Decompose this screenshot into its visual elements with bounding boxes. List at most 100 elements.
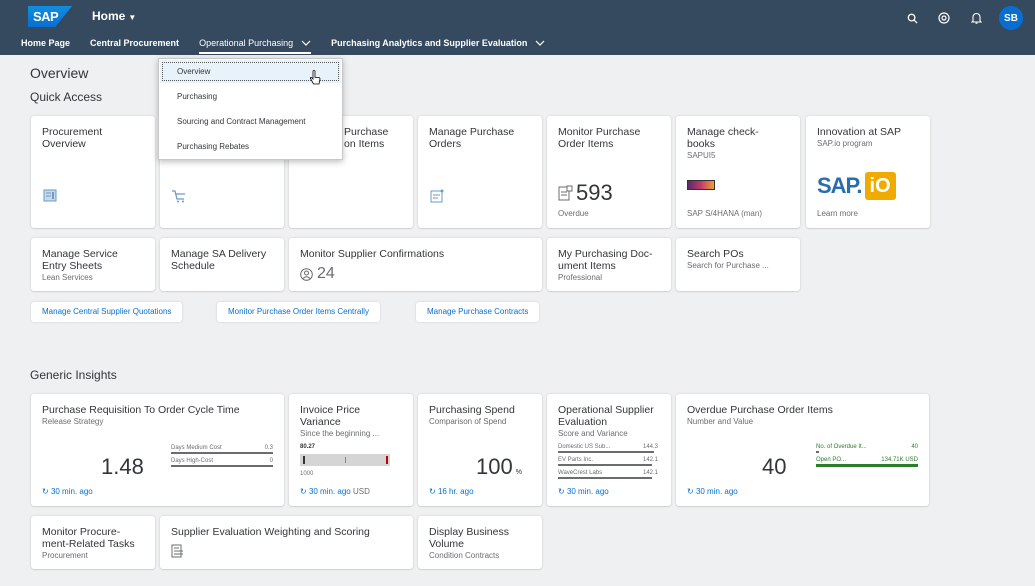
tile-title: Purchasing Spend (429, 404, 515, 416)
tile-title: Innovation at SAP (817, 126, 902, 138)
tile-subtitle: Procurement (42, 551, 88, 560)
refresh-time: 30 min. ago (566, 487, 609, 496)
tile-title: Purchase Requisition To Order Cycle Time (42, 404, 240, 416)
tile-title-line: Purchase (344, 126, 389, 138)
refresh-footer[interactable]: ↻ 30 min. ago (42, 487, 93, 496)
unit: USD (352, 487, 370, 496)
tile-subtitle: Number and Value (687, 417, 754, 426)
bell-icon[interactable] (967, 9, 985, 27)
tile-subtitle: Search for Purchase ... (687, 261, 769, 270)
tile-monitor-supplier-confirmations[interactable]: Monitor Supplier Confirmations 24 (289, 238, 542, 291)
chart-row: Domestic US Sub... 144.3 (558, 443, 658, 451)
chevron-down-icon (301, 40, 311, 46)
link-monitor-purchase-order-items-centrally[interactable]: Monitor Purchase Order Items Centrally (217, 302, 380, 322)
logo-text: SAP. (817, 173, 863, 198)
kpi-value: 24 (317, 265, 335, 282)
row-label: Days Medium Cost (171, 445, 222, 451)
tile-footer: Overdue (558, 209, 589, 218)
menu-item-purchasing-rebates[interactable]: Purchasing Rebates (159, 134, 342, 159)
tile-supplier-evaluation-weighting[interactable]: Supplier Evaluation Weighting and Scorin… (160, 516, 413, 569)
link-manage-central-supplier-quotations[interactable]: Manage Central Supplier Quotations (31, 302, 183, 322)
tile-subtitle: Release Strategy (42, 417, 104, 426)
refresh-footer[interactable]: ↻ 30 min. ago USD (300, 487, 370, 496)
page-title: Overview (30, 65, 89, 81)
tile-manage-checkbooks[interactable]: Manage check-books SAPUI5 SAP S/4HANA (m… (676, 116, 800, 228)
bullet-top-value: 80.27 (300, 444, 316, 450)
sap-io-logo: SAP. iO (817, 172, 896, 200)
tile-invoice-price-variance[interactable]: Invoice Price Variance Since the beginni… (289, 394, 413, 506)
kpi-group: 593 (558, 180, 613, 206)
nav-home-page[interactable]: Home Page (21, 32, 70, 54)
user-icon (300, 267, 313, 281)
nav-label: Operational Purchasing (199, 38, 294, 48)
tile-display-business-volume[interactable]: Display Business Volume Condition Contra… (418, 516, 542, 569)
nav-label: Central Procurement (90, 38, 180, 48)
link-manage-purchase-contracts[interactable]: Manage Purchase Contracts (416, 302, 540, 322)
menu-item-purchasing[interactable]: Purchasing (159, 84, 342, 109)
row-label: Open PO... (816, 457, 847, 463)
help-icon[interactable] (935, 9, 953, 27)
tile-title: Procurement Overview (42, 126, 103, 150)
tile-subtitle: SAP.io program (817, 139, 873, 148)
tile-monitor-purchase-order-items[interactable]: Monitor Purchase Order Items 593 Overdue (547, 116, 671, 228)
bullet-tick (345, 457, 346, 463)
nav-central-procurement[interactable]: Central Procurement (90, 32, 179, 54)
nav-operational-purchasing[interactable]: Operational Purchasing (199, 32, 312, 54)
tile-title: Monitor Supplier Confirmations (300, 248, 445, 260)
tile-my-purchasing-document-items[interactable]: My Purchasing Doc-ument Items Profession… (547, 238, 671, 291)
tile-search-pos[interactable]: Search POs Search for Purchase ... (676, 238, 800, 291)
tile-overdue-purchase-order-items[interactable]: Overdue Purchase Order Items Number and … (676, 394, 929, 506)
nav-purchasing-analytics[interactable]: Purchasing Analytics and Supplier Evalua… (331, 32, 545, 54)
tile-operational-supplier-evaluation[interactable]: Operational Supplier Evaluation Score an… (547, 394, 671, 506)
bullet-chart (300, 454, 390, 466)
refresh-footer[interactable]: ↻ 30 min. ago (687, 487, 738, 496)
tile-subtitle: Score and Variance (558, 429, 628, 438)
logo-badge: iO (864, 172, 896, 200)
tile-manage-sa-delivery-schedule[interactable]: Manage SA Delivery Schedule (160, 238, 284, 291)
row-label: EV Parts Inc. (558, 457, 594, 463)
tile-procurement-overview[interactable]: Procurement Overview (31, 116, 155, 228)
avatar[interactable]: SB (999, 6, 1023, 30)
row-label: Days High-Cost (171, 458, 214, 464)
menu-item-sourcing-contract-management[interactable]: Sourcing and Contract Management (159, 109, 342, 134)
kpi-value: 1.48 (101, 454, 144, 479)
tile-subtitle: Condition Contracts (429, 551, 500, 560)
tile-manage-service-entry-sheets[interactable]: Manage Service Entry Sheets Lean Service… (31, 238, 155, 291)
top-nav: Home Page Central Procurement Operationa… (0, 32, 545, 54)
tile-title: Manage check-books (687, 126, 759, 150)
chart-bar (558, 477, 652, 479)
row-value: 0 (269, 458, 273, 464)
checkbook-image (687, 180, 715, 190)
chart-bar (816, 451, 820, 453)
search-icon[interactable] (903, 9, 921, 27)
tile-title-line: on Items (344, 138, 385, 150)
row-label: Domestic US Sub... (558, 444, 611, 450)
tile-purchase-requisition-cycle-time[interactable]: Purchase Requisition To Order Cycle Time… (31, 394, 284, 506)
chart-bar (558, 451, 654, 453)
home-menu-button[interactable]: Home ▼ (92, 9, 136, 23)
row-value: 134.71K USD (881, 457, 918, 463)
nav-label: Home Page (21, 38, 71, 48)
tile-monitor-procurement-tasks[interactable]: Monitor Procure-ment-Related Tasks Procu… (31, 516, 155, 569)
tile-title: Manage Service Entry Sheets (42, 248, 118, 272)
row-label: No. of Overdue It... (816, 444, 867, 450)
tile-innovation-at-sap[interactable]: Innovation at SAP SAP.io program SAP. iO… (806, 116, 930, 228)
comparison-chart: No. of Overdue It... 40 Open PO... 134.71K… (816, 443, 918, 470)
chevron-down-icon (535, 40, 545, 46)
tile-title: Manage Purchase Orders (429, 126, 515, 150)
row-label: WaveCrest Labs (558, 470, 603, 476)
tile-purchasing-spend[interactable]: Purchasing Spend Comparison of Spend 100… (418, 394, 542, 506)
sap-logo[interactable]: SAP (28, 6, 72, 27)
home-title: Home (92, 9, 126, 23)
scoring-icon (171, 544, 183, 558)
tile-manage-purchase-orders[interactable]: Manage Purchase Orders (418, 116, 542, 228)
tile-title: Manage SA Delivery Schedule (171, 248, 267, 272)
tile-title: Overdue Purchase Order Items (687, 404, 833, 416)
hand-cursor-icon (309, 70, 321, 85)
bullet-target (386, 456, 388, 464)
row-value: 0.3 (264, 445, 273, 451)
chart-row: Days Medium Cost 0.3 (171, 444, 273, 452)
tile-title: Operational Supplier Evaluation (558, 404, 654, 428)
refresh-footer[interactable]: ↻ 30 min. ago (558, 487, 609, 496)
refresh-footer[interactable]: ↻ 16 hr. ago (429, 487, 474, 496)
